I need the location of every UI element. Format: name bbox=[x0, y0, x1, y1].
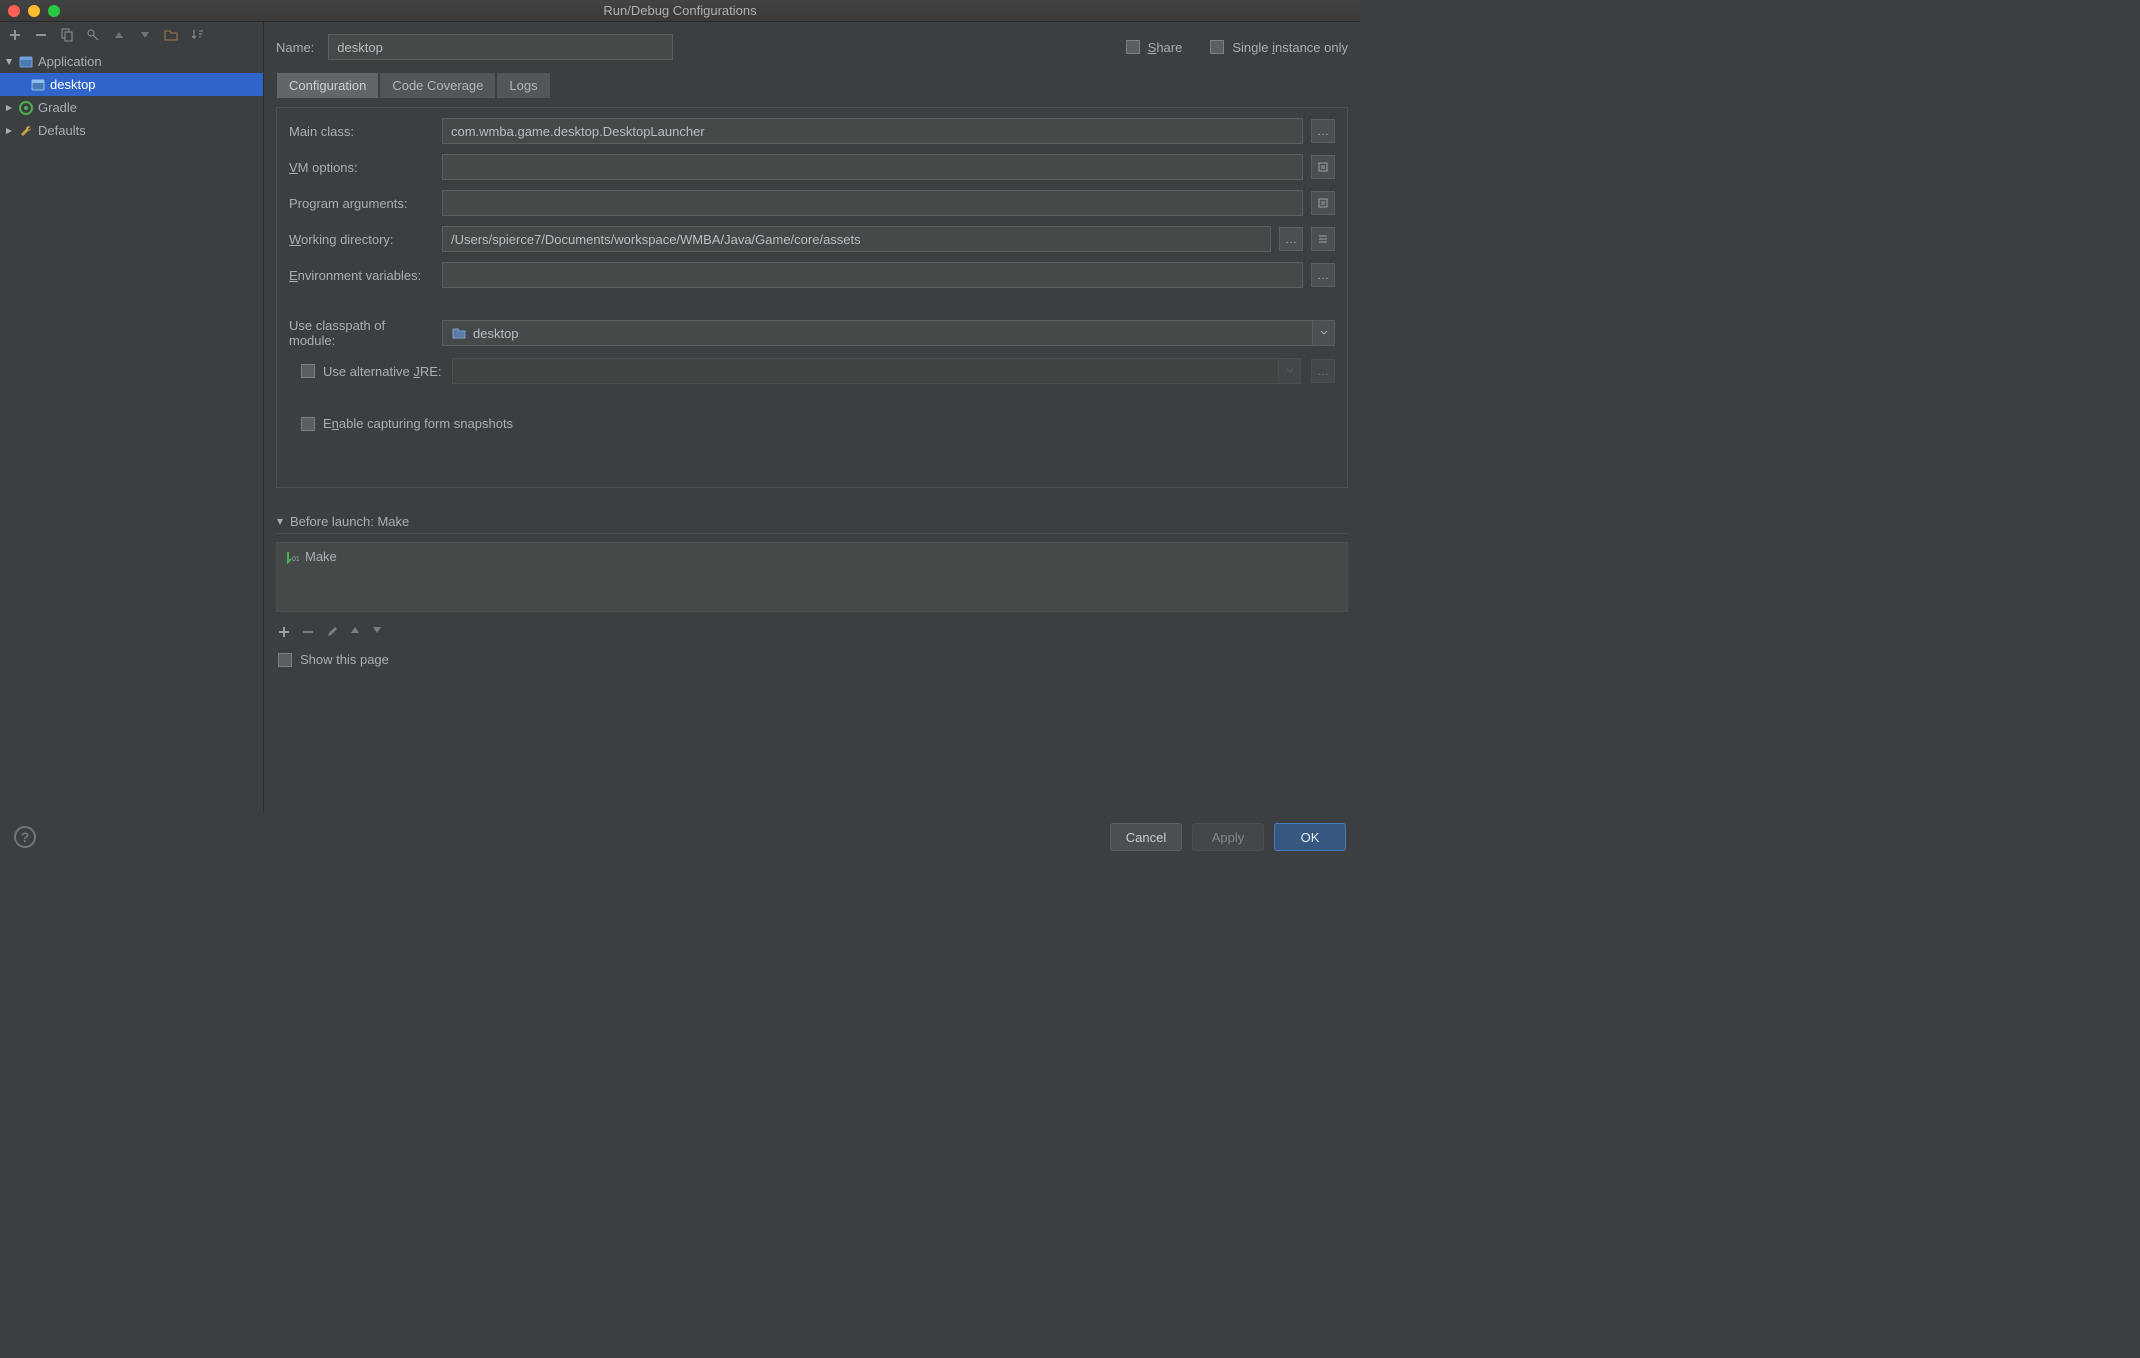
traffic-lights bbox=[0, 5, 60, 17]
checkbox-icon bbox=[1126, 40, 1140, 54]
browse-env-vars-button[interactable]: … bbox=[1311, 263, 1335, 287]
alt-jre-checkbox[interactable]: Use alternative JRE: bbox=[301, 364, 442, 379]
env-vars-label: Environment variables: bbox=[289, 268, 434, 283]
tab-code-coverage[interactable]: Code Coverage bbox=[379, 72, 496, 99]
share-checkbox[interactable]: Share bbox=[1126, 40, 1183, 55]
before-launch-item-label: Make bbox=[305, 549, 337, 564]
tree-label: Gradle bbox=[38, 100, 77, 115]
config-toolbar bbox=[0, 22, 263, 48]
copy-config-button[interactable] bbox=[60, 28, 74, 42]
tree-label: Application bbox=[38, 54, 102, 69]
minimize-window-button[interactable] bbox=[28, 5, 40, 17]
env-vars-input[interactable] bbox=[442, 262, 1303, 288]
show-this-page-label: Show this page bbox=[300, 652, 389, 667]
checkbox-icon bbox=[278, 653, 292, 667]
working-dir-list-button[interactable] bbox=[1311, 227, 1335, 251]
before-launch-list: 01 Make bbox=[276, 542, 1348, 612]
chevron-down-icon bbox=[1312, 321, 1334, 345]
browse-jre-button: … bbox=[1311, 359, 1335, 383]
share-label: Share bbox=[1148, 40, 1183, 55]
show-this-page-checkbox[interactable]: Show this page bbox=[276, 652, 1348, 667]
move-task-up-button[interactable] bbox=[350, 626, 360, 638]
sidebar: Application desktop Gradle bbox=[0, 22, 264, 812]
before-launch-item[interactable]: 01 Make bbox=[281, 547, 1343, 566]
sort-button[interactable] bbox=[190, 28, 204, 42]
titlebar: Run/Debug Configurations bbox=[0, 0, 1360, 22]
classpath-value: desktop bbox=[473, 326, 519, 341]
before-launch-header[interactable]: Before launch: Make bbox=[276, 514, 1348, 534]
name-label: Name: bbox=[276, 40, 314, 55]
main-panel: Name: Share Single instance only Configu… bbox=[264, 22, 1360, 812]
expand-program-args-button[interactable] bbox=[1311, 191, 1335, 215]
before-launch-toolbar bbox=[276, 620, 1348, 644]
single-instance-checkbox[interactable]: Single instance only bbox=[1210, 40, 1348, 55]
collapse-arrow-icon bbox=[4, 126, 14, 136]
tree-label: Defaults bbox=[38, 123, 86, 138]
move-up-button[interactable] bbox=[112, 28, 126, 42]
module-icon bbox=[451, 325, 467, 341]
vm-options-label: VM options: bbox=[289, 160, 434, 175]
apply-button[interactable]: Apply bbox=[1192, 823, 1264, 851]
main-class-label: Main class: bbox=[289, 124, 434, 139]
svg-text:01: 01 bbox=[292, 556, 299, 563]
zoom-window-button[interactable] bbox=[48, 5, 60, 17]
configuration-panel: Main class: … VM options: Program argume… bbox=[276, 107, 1348, 488]
browse-working-dir-button[interactable]: … bbox=[1279, 227, 1303, 251]
vm-options-input[interactable] bbox=[442, 154, 1303, 180]
tree-node-application[interactable]: Application bbox=[0, 50, 263, 73]
main-class-input[interactable] bbox=[442, 118, 1303, 144]
chevron-down-icon bbox=[1278, 359, 1300, 383]
alt-jre-select bbox=[452, 358, 1302, 384]
classpath-label: Use classpath of module: bbox=[289, 318, 434, 348]
checkbox-icon bbox=[301, 364, 315, 378]
folder-button[interactable] bbox=[164, 28, 178, 42]
expand-arrow-icon bbox=[4, 57, 14, 67]
tab-bar: Configuration Code Coverage Logs bbox=[276, 72, 1348, 99]
remove-config-button[interactable] bbox=[34, 28, 48, 42]
edit-task-button[interactable] bbox=[326, 626, 338, 638]
make-icon: 01 bbox=[285, 550, 299, 564]
add-task-button[interactable] bbox=[278, 626, 290, 638]
before-launch-label: Before launch: Make bbox=[290, 514, 409, 529]
edit-defaults-button[interactable] bbox=[86, 28, 100, 42]
cancel-button[interactable]: Cancel bbox=[1110, 823, 1182, 851]
tree-node-desktop[interactable]: desktop bbox=[0, 73, 263, 96]
working-dir-input[interactable] bbox=[442, 226, 1271, 252]
tree-node-defaults[interactable]: Defaults bbox=[0, 119, 263, 142]
gradle-icon bbox=[18, 100, 34, 116]
config-tree: Application desktop Gradle bbox=[0, 48, 263, 812]
remove-task-button[interactable] bbox=[302, 626, 314, 638]
alt-jre-label: Use alternative JRE: bbox=[323, 364, 442, 379]
window-title: Run/Debug Configurations bbox=[0, 3, 1360, 18]
application-icon bbox=[30, 77, 46, 93]
classpath-module-select[interactable]: desktop bbox=[442, 320, 1335, 346]
expand-arrow-icon bbox=[276, 518, 284, 526]
single-instance-label: Single instance only bbox=[1232, 40, 1348, 55]
collapse-arrow-icon bbox=[4, 103, 14, 113]
move-task-down-button[interactable] bbox=[372, 626, 382, 638]
move-down-button[interactable] bbox=[138, 28, 152, 42]
help-button[interactable]: ? bbox=[14, 826, 36, 848]
wrench-icon bbox=[18, 123, 34, 139]
tab-logs[interactable]: Logs bbox=[496, 72, 550, 99]
checkbox-icon bbox=[301, 417, 315, 431]
dialog-footer: ? Cancel Apply OK bbox=[0, 812, 1360, 862]
browse-main-class-button[interactable]: … bbox=[1311, 119, 1335, 143]
checkbox-icon bbox=[1210, 40, 1224, 54]
config-name-input[interactable] bbox=[328, 34, 673, 60]
close-window-button[interactable] bbox=[8, 5, 20, 17]
expand-vm-options-button[interactable] bbox=[1311, 155, 1335, 179]
tab-configuration[interactable]: Configuration bbox=[276, 72, 379, 99]
program-args-input[interactable] bbox=[442, 190, 1303, 216]
application-icon bbox=[18, 54, 34, 70]
snapshots-checkbox[interactable]: Enable capturing form snapshots bbox=[301, 416, 513, 431]
add-config-button[interactable] bbox=[8, 28, 22, 42]
snapshots-label: Enable capturing form snapshots bbox=[323, 416, 513, 431]
tree-node-gradle[interactable]: Gradle bbox=[0, 96, 263, 119]
program-args-label: Program arguments: bbox=[289, 196, 434, 211]
working-dir-label: Working directory: bbox=[289, 232, 434, 247]
tree-label: desktop bbox=[50, 77, 96, 92]
ok-button[interactable]: OK bbox=[1274, 823, 1346, 851]
